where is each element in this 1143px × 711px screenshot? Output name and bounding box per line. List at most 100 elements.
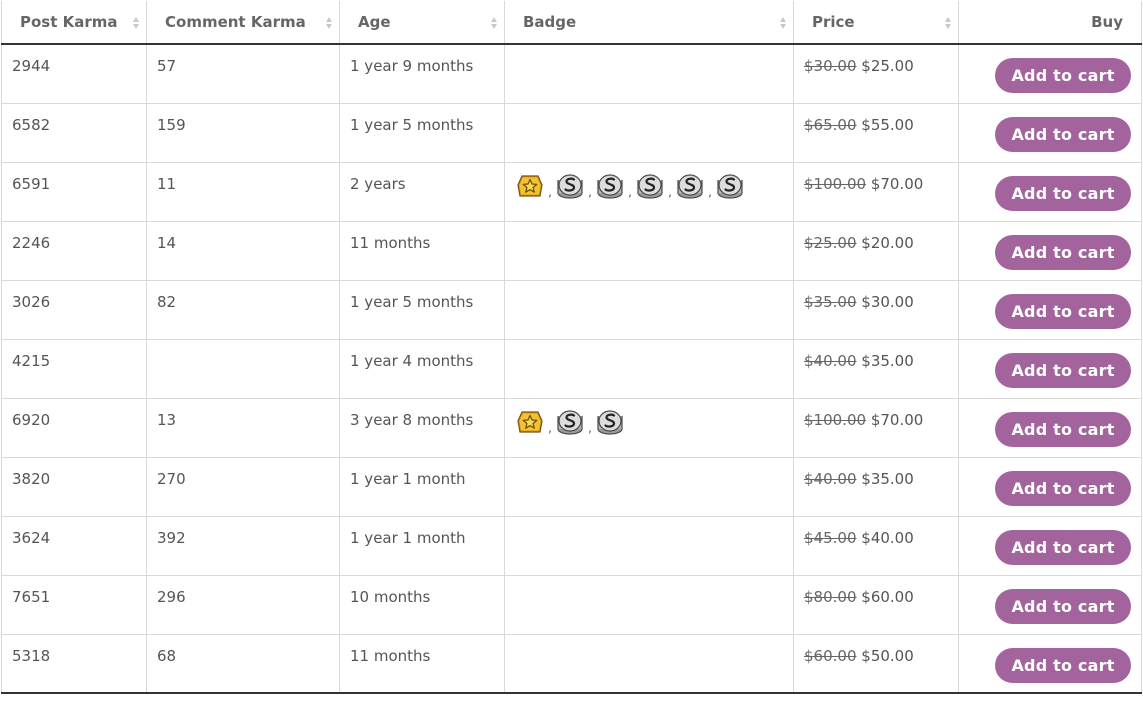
column-header-badge[interactable]: Badge [504,1,794,45]
table-row: 6582 159 1 year 5 months $65.00 $55.00 Add t… [1,102,1142,163]
column-header-comment-karma[interactable]: Comment Karma [146,1,340,45]
cell-post-karma: 6920 [1,397,147,458]
cell-buy: Add to cart [958,220,1142,281]
table-row: 6920 13 3 year 8 months,, $100.00 $70.00 Add… [1,397,1142,458]
table-row: 2944 57 1 year 9 months $30.00 $25.00 Add to… [1,43,1142,104]
table-row: 2246 14 11 months $25.00 $20.00 Add to cart [1,220,1142,281]
cell-age: 1 year 4 months [339,338,505,399]
cell-badge [504,220,794,281]
post-karma-value: 3624 [12,528,51,547]
column-header-label: Comment Karma [165,13,306,31]
post-karma-value: 3820 [12,469,51,488]
price-original: $30.00 [804,57,857,75]
sort-arrows-icon[interactable] [490,15,498,31]
price: $100.00 $70.00 [804,163,948,193]
cell-age: 1 year 5 months [339,279,505,340]
add-to-cart-button[interactable]: Add to cart [995,234,1131,270]
post-karma-value: 7651 [12,587,51,606]
add-to-cart-button[interactable]: Add to cart [995,293,1131,329]
badge-list: ,, [515,399,783,437]
column-header-age[interactable]: Age [339,1,505,45]
price-original: $45.00 [804,528,857,547]
cell-badge [504,102,794,163]
cell-age: 1 year 1 month [339,456,505,517]
price: $35.00 $30.00 [804,281,948,311]
add-to-cart-button[interactable]: Add to cart [995,588,1131,624]
sort-arrows-icon[interactable] [132,15,140,31]
cell-comment-karma: 82 [146,279,340,340]
cell-price: $25.00 $20.00 [793,220,959,281]
sort-arrows-icon[interactable] [779,15,787,31]
badge-separator: , [588,184,592,199]
badge-separator: , [548,420,552,435]
badge-list [515,281,783,289]
add-to-cart-button[interactable]: Add to cart [995,529,1131,565]
age-value: 10 months [350,587,431,606]
price: $60.00 $50.00 [804,635,948,665]
age-value: 2 years [350,174,406,193]
column-header-label: Post Karma [20,13,118,31]
badge-separator: , [588,420,592,435]
add-to-cart-button[interactable]: Add to cart [995,116,1131,152]
cell-age: 1 year 5 months [339,102,505,163]
add-to-cart-button[interactable]: Add to cart [995,352,1131,388]
age-value: 1 year 1 month [350,469,466,488]
add-to-cart-button[interactable]: Add to cart [995,411,1131,447]
silver-s-badge-icon [555,171,585,201]
cell-buy: Add to cart [958,338,1142,399]
cell-post-karma: 5318 [1,633,147,694]
cell-price: $100.00 $70.00 [793,397,959,458]
cell-buy: Add to cart [958,102,1142,163]
table-header: Post Karma Comment Karma Age Badge Price Buy [1,1,1142,45]
table-row: 4215 1 year 4 months $40.00 $35.00 Add to c… [1,338,1142,399]
price: $30.00 $25.00 [804,45,948,75]
add-to-cart-button[interactable]: Add to cart [995,175,1131,211]
column-header-label: Age [358,13,391,31]
add-to-cart-button[interactable]: Add to cart [995,470,1131,506]
cell-badge [504,515,794,576]
cell-comment-karma: 14 [146,220,340,281]
age-value: 11 months [350,233,431,252]
column-header-price[interactable]: Price [793,1,959,45]
cell-buy: Add to cart [958,574,1142,635]
silver-s-badge-icon [635,171,665,201]
cell-price: $100.00 $70.00 [793,161,959,222]
post-karma-value: 5318 [12,646,51,665]
comment-karma-value: 82 [157,292,177,311]
price-sale: $50.00 [861,646,914,665]
cell-buy: Add to cart [958,633,1142,694]
cell-post-karma: 2246 [1,220,147,281]
cell-comment-karma: 296 [146,574,340,635]
cell-post-karma: 3820 [1,456,147,517]
silver-s-badge-icon [555,407,585,437]
column-header-label: Price [812,13,855,31]
cell-price: $80.00 $60.00 [793,574,959,635]
post-karma-value: 4215 [12,351,51,370]
badge-separator: , [668,184,672,199]
cell-comment-karma: 13 [146,397,340,458]
sort-arrows-icon[interactable] [944,15,952,31]
price-sale: $70.00 [870,410,924,429]
price-sale: $40.00 [861,528,914,547]
cell-badge [504,338,794,399]
cell-badge [504,574,794,635]
column-header-post-karma[interactable]: Post Karma [1,1,147,45]
gold-star-badge-icon [515,171,545,201]
age-value: 3 year 8 months [350,410,474,429]
cell-comment-karma: 68 [146,633,340,694]
cell-badge [504,456,794,517]
cell-post-karma: 6582 [1,102,147,163]
cell-age: 11 months [339,220,505,281]
price-original: $40.00 [804,469,857,488]
cell-post-karma: 3624 [1,515,147,576]
comment-karma-value: 392 [157,528,186,547]
table-row: 3820 270 1 year 1 month $40.00 $35.00 Add to… [1,456,1142,517]
badge-separator: , [548,184,552,199]
add-to-cart-button[interactable]: Add to cart [995,58,1131,93]
cell-comment-karma: 57 [146,43,340,104]
add-to-cart-button[interactable]: Add to cart [995,647,1131,683]
cell-comment-karma: 392 [146,515,340,576]
cell-comment-karma: 11 [146,161,340,222]
sort-arrows-icon[interactable] [325,15,333,31]
badge-separator: , [708,184,712,199]
